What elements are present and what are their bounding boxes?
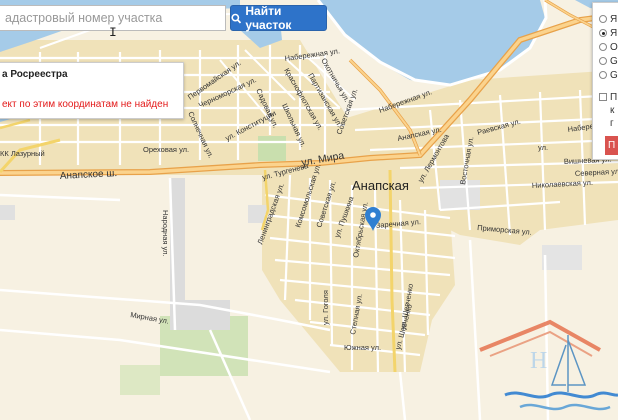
popup-title: а Росреестра bbox=[2, 69, 68, 80]
industrial-area bbox=[0, 205, 15, 220]
layer-extra-label: к bbox=[610, 104, 615, 116]
layers-apply-button[interactable]: П bbox=[605, 136, 618, 155]
layer-option[interactable]: G bbox=[599, 69, 618, 81]
street-label: КК Лазурный bbox=[0, 149, 45, 158]
radio-button[interactable] bbox=[599, 43, 607, 51]
info-popup: а Росреестра ект по этим координатам не … bbox=[0, 62, 184, 119]
checkbox[interactable] bbox=[599, 93, 607, 101]
find-plot-button[interactable]: Найти участок bbox=[230, 4, 327, 32]
layer-option-label: Я bbox=[610, 13, 618, 25]
radio-button[interactable] bbox=[599, 57, 607, 65]
layer-checkbox[interactable]: П bbox=[599, 91, 617, 103]
street-label: ул. bbox=[538, 143, 548, 152]
industrial-area bbox=[542, 245, 582, 270]
layer-option[interactable]: О bbox=[599, 41, 618, 53]
street-label: Южная ул. bbox=[344, 343, 381, 352]
green-field bbox=[258, 136, 286, 161]
layer-extra-label: г bbox=[610, 117, 614, 129]
radio-button[interactable] bbox=[599, 15, 607, 23]
street-label: ул. Гоголя bbox=[321, 290, 330, 325]
layer-option-label: G bbox=[610, 69, 618, 81]
layer-option-label: G bbox=[610, 55, 618, 67]
layer-extra-text: к bbox=[610, 104, 614, 116]
find-plot-button-label: Найти участок bbox=[245, 4, 292, 32]
radio-button[interactable] bbox=[599, 71, 607, 79]
layer-option-label: О bbox=[610, 41, 618, 53]
layer-option[interactable]: G bbox=[599, 55, 618, 67]
search-icon bbox=[231, 13, 242, 23]
street-label: Народная ул. bbox=[161, 210, 170, 257]
layer-option[interactable]: Я bbox=[599, 13, 617, 25]
street-label: Ореховая ул. bbox=[143, 145, 189, 154]
svg-text:H: H bbox=[530, 348, 547, 374]
green-field bbox=[120, 365, 160, 395]
popup-error-message: ект по этим координатам не найден bbox=[2, 99, 169, 110]
layer-option[interactable]: Я bbox=[599, 27, 617, 39]
radio-button[interactable] bbox=[599, 29, 607, 37]
text-cursor-icon: I bbox=[109, 25, 117, 40]
layer-extra-text: г bbox=[610, 117, 614, 129]
layer-checkbox-label: П bbox=[610, 91, 618, 103]
town-label: Анапская bbox=[352, 178, 409, 193]
layers-panel: Я Я О G G П к г П bbox=[592, 2, 618, 160]
layer-option-label: Я bbox=[610, 27, 618, 39]
